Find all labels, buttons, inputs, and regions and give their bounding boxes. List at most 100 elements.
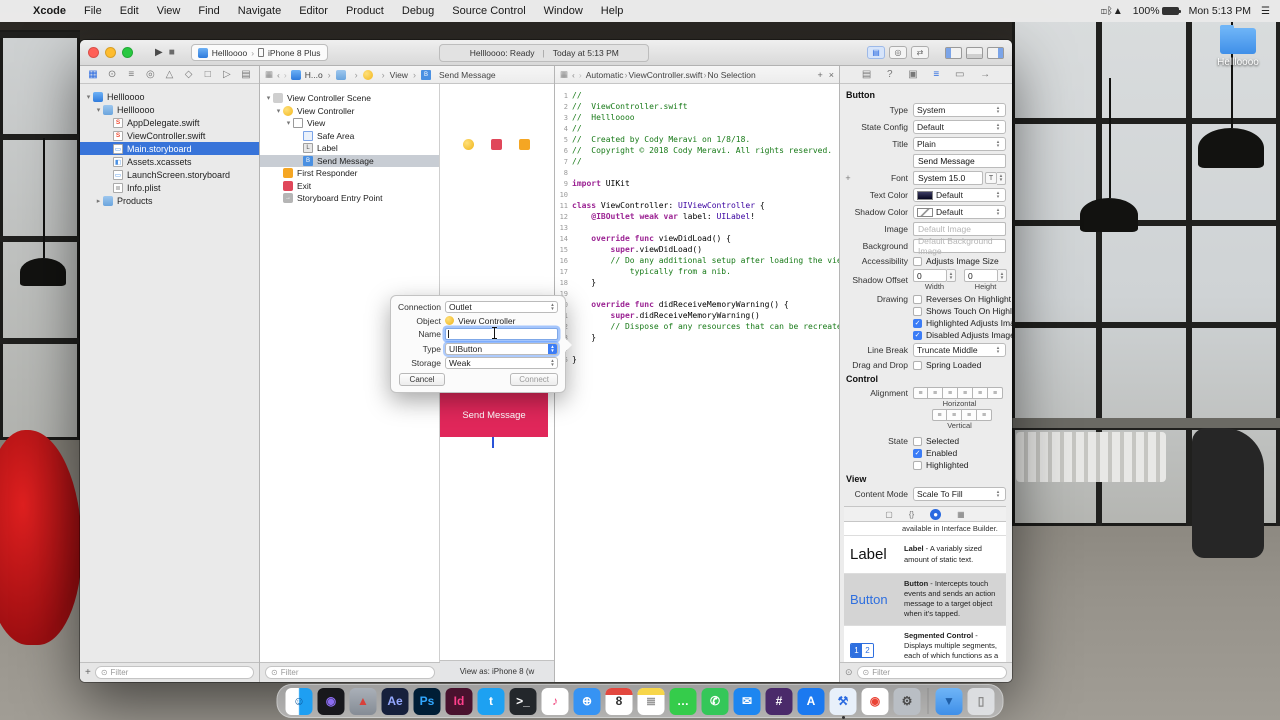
add-file-button[interactable]: +: [85, 667, 91, 678]
crumb-app[interactable]: H...o: [305, 70, 323, 80]
minimize-window-button[interactable]: [105, 47, 116, 58]
library-filter-field[interactable]: ⊙ Filter: [856, 666, 1007, 679]
exit-icon[interactable]: [491, 139, 502, 150]
font-stepper[interactable]: ▲ ▼: [997, 171, 1006, 185]
content-mode-popup[interactable]: Scale To Fill ▴ ▾: [913, 487, 1006, 501]
menu-find[interactable]: Find: [189, 5, 228, 17]
vertical-alignment-segment[interactable]: ≡: [977, 409, 992, 421]
send-message-button-canvas[interactable]: Send Message: [440, 393, 548, 437]
navigator-tab-find[interactable]: ◎: [143, 69, 157, 80]
wifi-icon[interactable]: ▲: [1113, 6, 1123, 17]
disclosure-icon[interactable]: ▾: [284, 119, 293, 127]
file-inspector-icon[interactable]: ▤: [862, 69, 871, 80]
disclosure-icon[interactable]: ▾: [264, 94, 273, 102]
width-stepper[interactable]: ▲ ▼: [947, 269, 956, 282]
dock-app-app-store[interactable]: A: [797, 687, 825, 715]
connection-popup[interactable]: Outlet ▲ ▼: [445, 301, 558, 313]
dock-app-notes[interactable]: ≣: [637, 687, 665, 715]
menu-file[interactable]: File: [75, 5, 111, 17]
drawing-checkbox-shows-touch-on-highlight[interactable]: [913, 306, 922, 316]
horizontal-alignment-segment[interactable]: ≡: [928, 387, 943, 399]
related-items-icon[interactable]: ▦: [265, 69, 273, 80]
library-item-segmented[interactable]: 1 2 Segmented Control - Displays multiple …: [844, 626, 1006, 662]
crumb-view[interactable]: View: [390, 70, 408, 80]
navigator-tab-source-control[interactable]: ⊙: [105, 69, 119, 80]
add-font-attribute-icon[interactable]: +: [844, 173, 852, 183]
library-item-button[interactable]: Button Button - Intercepts touch events a…: [844, 574, 1006, 626]
dock-app-safari[interactable]: ⊕: [573, 687, 601, 715]
outline-row-storyboard-entry-point[interactable]: → Storyboard Entry Point: [260, 192, 439, 205]
vertical-alignment-segment[interactable]: ≡: [932, 409, 947, 421]
add-editor-icon[interactable]: +: [817, 70, 822, 80]
menu-view[interactable]: View: [148, 5, 190, 17]
spring-loaded-checkbox[interactable]: [913, 360, 922, 370]
file-row-hellloooo[interactable]: ▾ Hellloooo: [80, 103, 259, 116]
vertical-alignment-segment[interactable]: ≡: [947, 409, 962, 421]
type-popup[interactable]: UIButton ▲ ▼: [445, 342, 558, 355]
dock-app-calendar[interactable]: 8: [605, 687, 633, 715]
disclosure-icon[interactable]: ▸: [94, 197, 103, 205]
drawing-checkbox-reverses-on-highlight[interactable]: [913, 294, 922, 304]
library-item-label[interactable]: Label Label - A variably sized amount of …: [844, 536, 1006, 574]
crumb-item[interactable]: Send Message: [439, 70, 496, 80]
code-snippet-library-icon[interactable]: {}: [909, 510, 914, 519]
outline-filter-field[interactable]: ⊙ Filter: [265, 666, 435, 679]
file-row-appdelegate-swift[interactable]: S AppDelegate.swift: [80, 116, 259, 129]
menu-product[interactable]: Product: [337, 5, 393, 17]
horizontal-alignment-segment[interactable]: ≡: [913, 387, 928, 399]
adjusts-image-size-checkbox[interactable]: [913, 256, 922, 266]
close-window-button[interactable]: [88, 47, 99, 58]
code-editor[interactable]: 1 // 2 // ViewController.swift 3 // Hellloooo…: [555, 84, 839, 682]
navigator-filter-field[interactable]: ⊙ Filter: [94, 666, 254, 679]
font-picker-icon[interactable]: T: [985, 172, 997, 184]
desktop-folder-hellloooo[interactable]: Hellloooo: [1216, 25, 1260, 74]
dock-app-slack[interactable]: #: [765, 687, 793, 715]
navigator-tab-debug[interactable]: □: [201, 69, 215, 80]
navigator-tab-issues[interactable]: △: [163, 69, 177, 80]
outline-row-safe-area[interactable]: Safe Area: [260, 130, 439, 143]
outline-row-send-message[interactable]: B Send Message: [260, 154, 439, 167]
dock-app-launchpad[interactable]: ▲: [349, 687, 377, 715]
disclosure-icon[interactable]: ▾: [84, 93, 93, 101]
navigator-tab-project[interactable]: ▦: [86, 69, 100, 80]
assistant-editor-button[interactable]: ◎: [888, 46, 907, 59]
menu-help[interactable]: Help: [592, 5, 633, 17]
drawing-checkbox-highlighted-adjusts-image[interactable]: ✓: [913, 318, 922, 328]
menu-xcode[interactable]: Xcode: [24, 5, 75, 17]
file-row-products[interactable]: ▸ Products: [80, 194, 259, 207]
editor-crumb[interactable]: Automatic: [586, 70, 624, 80]
text-color-popup[interactable]: Default ▴ ▾: [913, 188, 1006, 202]
object-library-icon[interactable]: ●: [930, 508, 942, 520]
connect-button[interactable]: Connect: [510, 373, 558, 386]
file-row-hellloooo[interactable]: ▾ Hellloooo: [80, 90, 259, 103]
stop-button[interactable]: ■: [169, 47, 175, 58]
outline-row-first-responder[interactable]: First Responder: [260, 167, 439, 180]
version-editor-button[interactable]: ⇄: [910, 46, 929, 59]
menu-bar-clock[interactable]: Mon 5:13 PM: [1189, 5, 1251, 17]
name-input[interactable]: [445, 328, 558, 340]
dock-app-twitter[interactable]: t: [477, 687, 505, 715]
shadow-width-field[interactable]: 0: [913, 269, 947, 282]
attributes-inspector-icon[interactable]: ≡: [933, 69, 939, 80]
menu-edit[interactable]: Edit: [111, 5, 148, 17]
navigator-toggle-button[interactable]: [944, 46, 962, 59]
navigator-tab-breakpoints[interactable]: ▷: [220, 69, 234, 80]
outline-row-label[interactable]: L Label: [260, 142, 439, 155]
menu-editor[interactable]: Editor: [290, 5, 337, 17]
battery-indicator[interactable]: 100%: [1133, 5, 1181, 17]
height-stepper[interactable]: ▲ ▼: [998, 269, 1007, 282]
state-checkbox-enabled[interactable]: ✓: [913, 448, 922, 458]
menu-window[interactable]: Window: [535, 5, 592, 17]
inspector-toggle-button[interactable]: [986, 46, 1004, 59]
font-field[interactable]: System 15.0: [913, 171, 983, 185]
dock-app-itunes[interactable]: ♪: [541, 687, 569, 715]
close-editor-icon[interactable]: ×: [829, 70, 834, 80]
navigator-tab-symbols[interactable]: ≡: [124, 69, 138, 80]
editor-crumb[interactable]: ViewController.swift: [629, 70, 703, 80]
outline-row-view-controller-scene[interactable]: ▾ View Controller Scene: [260, 92, 439, 105]
navigator-tab-tests[interactable]: ◇: [182, 69, 196, 80]
file-row-info-plist[interactable]: ≣ Info.plist: [80, 181, 259, 194]
notification-center-icon[interactable]: ☰: [1261, 6, 1270, 17]
dock-app-downloads-folder[interactable]: ▼: [935, 687, 963, 715]
connections-inspector-icon[interactable]: →: [980, 69, 990, 80]
